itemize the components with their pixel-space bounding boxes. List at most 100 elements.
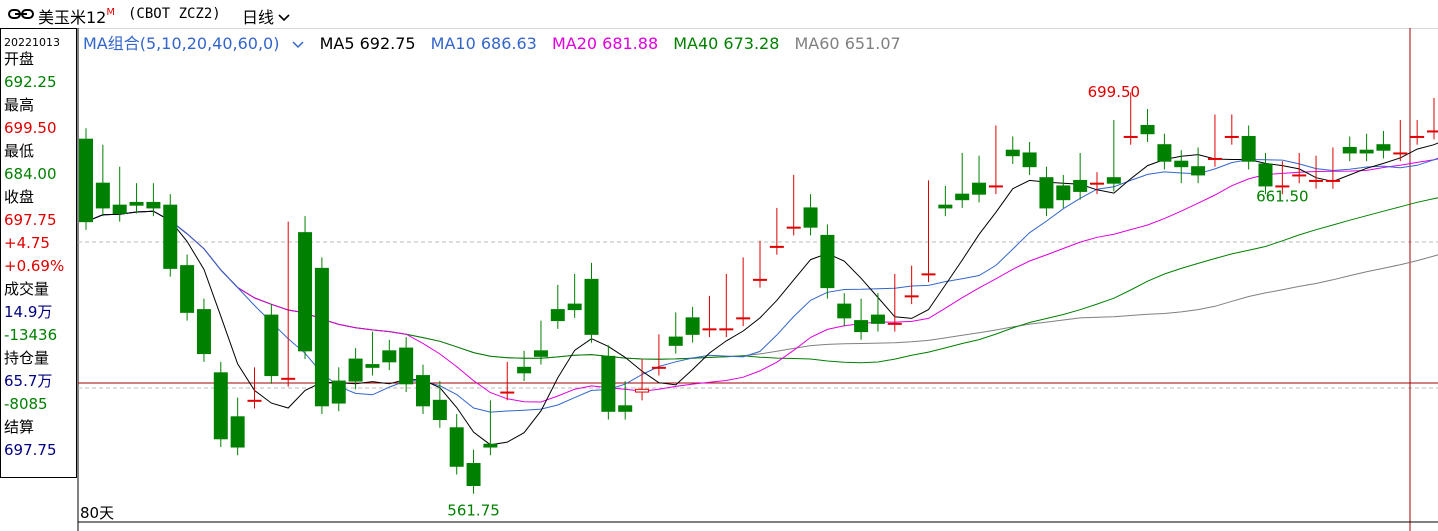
candle-body <box>1140 124 1155 135</box>
candle-body <box>972 182 987 195</box>
candle-body <box>988 185 1003 188</box>
candle-body <box>517 366 532 374</box>
candle-body <box>449 427 464 467</box>
candle-body <box>533 350 548 357</box>
candle-body <box>618 405 633 412</box>
settle-label: 结算 <box>4 418 35 436</box>
open-label: 开盘 <box>4 50 35 68</box>
candle-body <box>129 201 144 206</box>
volume-change: -13436 <box>4 326 58 344</box>
candle-body <box>1325 179 1340 182</box>
candle-body <box>1427 130 1438 133</box>
candle-body <box>1005 149 1020 157</box>
quote-panel: 20221013 开盘 692.25 最高 699.50 最低 684.00 收… <box>0 28 77 478</box>
candle-body <box>1410 135 1425 138</box>
candle-body <box>1157 144 1172 162</box>
days-count: 80天 <box>80 504 115 522</box>
ma60-value: MA60 651.07 <box>794 34 901 53</box>
candle-body <box>938 204 953 209</box>
candle-body <box>1376 144 1391 151</box>
candle-body <box>146 201 161 209</box>
ma60-line <box>85 210 1438 360</box>
candle-body <box>314 267 329 407</box>
candle-body <box>1039 177 1054 209</box>
low-label: 最低 <box>4 142 35 160</box>
open-interest-change: -8085 <box>4 395 48 413</box>
candle-body <box>635 388 650 393</box>
candle-body <box>651 366 666 369</box>
ma-legend: MA组合(5,10,20,40,60,0) MA5 692.75 MA10 68… <box>83 30 911 54</box>
candle-body <box>180 265 195 313</box>
candle-body <box>432 399 447 421</box>
candle-body <box>1275 185 1290 188</box>
candle-body <box>264 314 279 377</box>
ma5-value: MA5 692.75 <box>319 34 416 53</box>
chevron-down-icon <box>278 14 290 22</box>
instrument-name: 美玉米12M <box>38 6 116 27</box>
candle-body <box>79 138 93 223</box>
period-selector[interactable]: 日线 <box>242 4 291 28</box>
candle-body <box>1022 152 1037 168</box>
settle-value: 697.75 <box>4 441 57 459</box>
candle-body <box>1191 166 1206 176</box>
candle-body <box>1258 163 1273 187</box>
candle-body <box>837 303 852 319</box>
candle-body <box>298 232 313 352</box>
candle-body <box>1106 177 1121 184</box>
candle-body <box>870 314 885 324</box>
low-value: 684.00 <box>4 165 57 183</box>
candle-body <box>769 245 784 248</box>
candle-body <box>112 204 127 214</box>
chevron-down-icon <box>292 41 304 49</box>
high-label: 最高 <box>4 96 35 114</box>
change-value: +4.75 <box>4 234 50 252</box>
candle-body <box>331 380 346 404</box>
high-value: 699.50 <box>4 119 57 137</box>
candle-body <box>854 320 869 333</box>
candle-body <box>567 303 582 311</box>
close-label: 收盘 <box>4 188 35 206</box>
candle-body <box>753 278 767 281</box>
candle-body <box>887 322 902 325</box>
candle-body <box>786 226 801 229</box>
candle-body <box>719 328 734 331</box>
open-interest-label: 持仓量 <box>4 349 50 367</box>
instrument-code: (CBOT ZCZ2) <box>128 6 221 22</box>
candle-body <box>196 309 211 355</box>
title-bar: 美玉米12M (CBOT ZCZ2) 日线 <box>0 0 1438 29</box>
price-annotation: 561.75 <box>447 501 500 519</box>
candle-body <box>95 182 110 209</box>
close-value: 697.75 <box>4 211 57 229</box>
candle-body <box>550 309 565 322</box>
link-icon[interactable] <box>8 8 34 20</box>
candle-body <box>1123 135 1138 138</box>
candle-body <box>466 463 481 487</box>
candlestick-chart[interactable]: 699.50706.50661.50561.75 <box>0 0 1438 531</box>
ma-group-selector[interactable]: MA组合(5,10,20,40,60,0) <box>83 34 304 53</box>
candle-body <box>365 364 380 368</box>
candle-body <box>230 416 245 448</box>
volume-label: 成交量 <box>4 280 50 298</box>
open-interest-value: 65.7万 <box>4 372 53 390</box>
volume-value: 14.9万 <box>4 303 53 321</box>
candle-body <box>702 328 717 331</box>
ma40-line <box>85 197 1438 364</box>
candle-body <box>1309 179 1324 182</box>
candle-body <box>281 377 296 380</box>
ma40-value: MA40 673.28 <box>673 34 780 53</box>
candle-body <box>1359 149 1374 154</box>
candle-body <box>1056 185 1071 201</box>
candle-body <box>1090 182 1104 185</box>
candle-body <box>736 317 751 320</box>
candle-body <box>1073 179 1088 192</box>
price-annotation: 699.50 <box>1088 83 1141 101</box>
candle-body <box>500 391 515 394</box>
candle-body <box>921 273 936 276</box>
ma5-line <box>85 142 1438 446</box>
open-value: 692.25 <box>4 73 57 91</box>
candle-body <box>685 317 700 335</box>
candle-body <box>416 375 430 407</box>
candle-body <box>1342 146 1357 154</box>
ma20-line <box>85 158 1438 403</box>
candle-body <box>1207 157 1222 160</box>
